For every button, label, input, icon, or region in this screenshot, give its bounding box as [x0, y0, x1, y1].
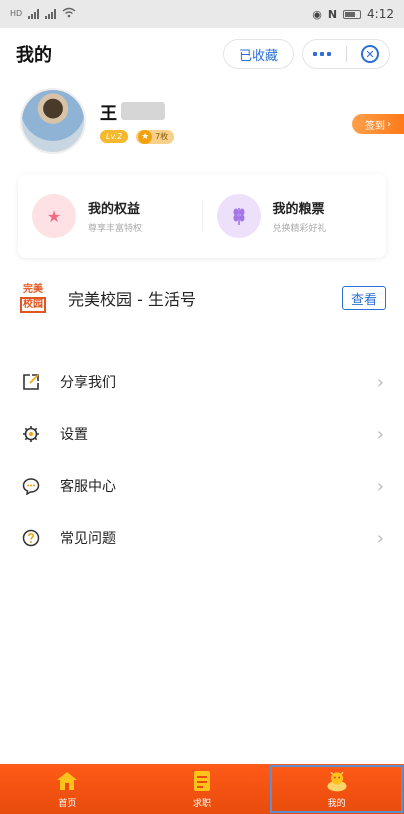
menu-label: 常见问题: [60, 531, 116, 547]
benefits-card: ★ 我的权益 尊享丰富特权 我的粮票 兑换精彩好礼: [18, 174, 386, 258]
campus-logo-bottom: 校园: [20, 296, 46, 313]
chevron-right-icon: ›: [387, 118, 391, 130]
tab-label: 求职: [193, 799, 212, 809]
signal-icon: [28, 9, 40, 19]
menu-item-share[interactable]: 分享我们 ›: [0, 356, 404, 408]
campus-name: 完美校园 - 生活号: [68, 290, 196, 309]
chevron-right-icon: ›: [376, 423, 384, 445]
view-button[interactable]: 查看: [342, 286, 386, 310]
tab-jobs[interactable]: 求职: [135, 764, 270, 814]
coin-badge[interactable]: ★ 7枚: [136, 129, 175, 144]
close-icon[interactable]: ✕: [361, 45, 379, 63]
menu-label: 客服中心: [60, 479, 116, 495]
signin-button[interactable]: 签到 ›: [352, 114, 404, 134]
signin-label: 签到: [365, 120, 385, 132]
crown-icon: ★: [32, 194, 76, 238]
tab-home[interactable]: 首页: [0, 764, 135, 814]
username: 王: [100, 103, 117, 124]
settings-menu: 分享我们 › 设置 › 客服中心 › 常见问题 ›: [0, 356, 404, 564]
chevron-right-icon: ›: [376, 527, 384, 549]
benefit-rights[interactable]: ★ 我的权益 尊享丰富特权: [18, 194, 202, 238]
bottom-tab-bar: 首页 求职 我的: [0, 764, 404, 814]
chat-icon: [20, 475, 42, 497]
name-row: 王: [100, 99, 174, 124]
campus-logo-top: 完美: [23, 283, 43, 295]
level-badge: Lv.2: [100, 130, 129, 143]
battery-icon: [343, 9, 362, 19]
more-icon[interactable]: [313, 52, 331, 56]
benefit-subtitle: 尊享丰富特权: [88, 224, 143, 234]
favorited-button[interactable]: 已收藏: [222, 39, 294, 69]
capsule-divider: [345, 46, 347, 62]
header-actions: 已收藏 ✕: [222, 39, 390, 69]
profile-icon: [324, 769, 350, 793]
coin-count: 7枚: [155, 132, 169, 141]
benefit-text: 我的粮票 兑换精彩好礼: [273, 198, 327, 234]
resume-icon: [189, 769, 215, 793]
menu-item-settings[interactable]: 设置 ›: [0, 408, 404, 460]
gear-icon: [20, 423, 42, 445]
benefit-title: 我的粮票: [272, 202, 325, 217]
question-icon: [20, 527, 42, 549]
hd-tag: HD: [10, 9, 23, 18]
menu-label: 设置: [60, 427, 88, 443]
tab-label: 我的: [327, 799, 346, 809]
campus-account-row[interactable]: 完美 校园 完美校园 - 生活号 查看: [0, 278, 404, 318]
badges: Lv.2 ★ 7枚: [100, 129, 175, 144]
status-right: ◉ N 4:12: [312, 7, 394, 21]
avatar[interactable]: [20, 88, 86, 154]
tab-label: 首页: [58, 799, 77, 809]
signal-icon-2: [45, 9, 57, 19]
user-info: 王 Lv.2 ★ 7枚: [100, 99, 175, 144]
tab-profile[interactable]: 我的: [269, 764, 404, 814]
profile-section: 王 Lv.2 ★ 7枚 签到 ›: [0, 80, 404, 162]
page-title: 我的: [16, 45, 52, 66]
eye-icon: ◉: [312, 7, 322, 21]
menu-item-support[interactable]: 客服中心 ›: [0, 460, 404, 512]
menu-label: 分享我们: [60, 375, 116, 391]
share-icon: [20, 371, 42, 393]
clock: 4:12: [367, 7, 394, 21]
chevron-right-icon: ›: [376, 371, 384, 393]
wheat-icon: [216, 194, 261, 238]
benefit-vouchers[interactable]: 我的粮票 兑换精彩好礼: [203, 194, 387, 238]
chevron-right-icon: ›: [376, 475, 384, 497]
home-icon: [54, 769, 80, 793]
benefit-title: 我的权益: [88, 202, 141, 217]
campus-logo: 完美 校园: [18, 282, 48, 314]
miniapp-capsule: ✕: [302, 39, 390, 69]
menu-item-faq[interactable]: 常见问题 ›: [0, 512, 404, 564]
benefit-text: 我的权益 尊享丰富特权: [88, 198, 142, 234]
status-bar: HD ◉ N 4:12: [0, 0, 404, 28]
nfc-icon: N: [327, 7, 338, 21]
name-redacted: [121, 102, 165, 120]
benefit-subtitle: 兑换精彩好礼: [272, 224, 327, 234]
page-header: 我的 已收藏 ✕: [0, 28, 404, 80]
wifi-icon: [62, 7, 76, 21]
star-icon: ★: [138, 129, 153, 144]
status-left: HD: [10, 7, 76, 21]
